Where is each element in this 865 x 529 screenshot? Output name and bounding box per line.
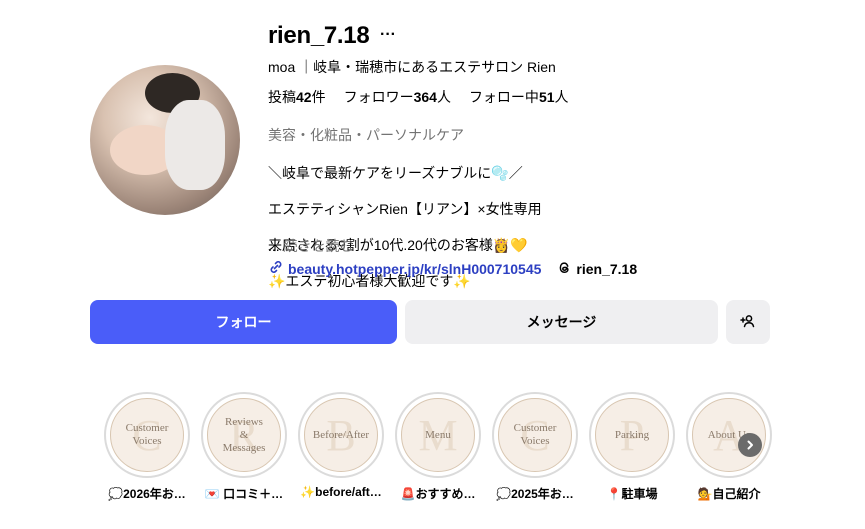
- highlight-cover: C Customer Voices: [498, 398, 572, 472]
- bio-line: ＼岐阜で最新ケアをリーズナブルに🫧／: [268, 165, 523, 181]
- highlight-ring: C Customer Voices: [492, 392, 578, 478]
- more-options-button[interactable]: ···: [380, 26, 396, 44]
- highlight-item[interactable]: R Reviews & Messages 💌 口コミ＋…: [201, 392, 287, 502]
- bio-line: エステティシャンRien【リアン】×女性専用: [268, 201, 542, 217]
- threads-link[interactable]: rien_7.18: [557, 260, 637, 278]
- highlight-item[interactable]: C Customer Voices 💭2025年お…: [492, 392, 578, 502]
- highlight-ring: P Parking: [589, 392, 675, 478]
- cover-text: Menu: [425, 428, 451, 441]
- highlight-ring: C Customer Voices: [104, 392, 190, 478]
- followers-count[interactable]: フォロワー364人: [344, 87, 451, 107]
- cover-text: Customer Voices: [125, 422, 169, 447]
- profile-stats: 投稿42件 フォロワー364人 フォロー中51人: [268, 87, 569, 107]
- follow-button[interactable]: フォロー: [90, 300, 397, 344]
- highlight-label: 💁自己紹介: [697, 487, 761, 501]
- highlight-label: 📍駐車場: [606, 487, 658, 501]
- highlight-cover: R Reviews & Messages: [207, 398, 281, 472]
- threads-handle: rien_7.18: [576, 260, 638, 277]
- highlight-item[interactable]: M Menu 🚨おすすめ…: [395, 392, 481, 502]
- external-link-text: beauty.hotpepper.jp/kr/slnH000710545: [288, 260, 542, 277]
- profile-category: 美容・化粧品・パーソナルケア: [268, 127, 464, 143]
- highlight-label: 💌 口コミ＋…: [204, 487, 284, 501]
- profile-avatar[interactable]: [90, 65, 240, 215]
- cover-text: Before/After: [312, 428, 370, 441]
- highlight-cover: M Menu: [401, 398, 475, 472]
- profile-bio: ＼岐阜で最新ケアをリーズナブルに🫧／ エステティシャンRien【リアン】×女性専…: [268, 146, 628, 308]
- highlight-ring: B Before/After: [298, 392, 384, 478]
- read-more-link[interactable]: ... 続きを読む: [268, 236, 354, 256]
- highlights-next-button[interactable]: [738, 433, 762, 457]
- external-link[interactable]: beauty.hotpepper.jp/kr/slnH000710545: [268, 259, 541, 278]
- cover-text: Parking: [614, 428, 650, 441]
- highlight-label: ✨before/aft…: [300, 485, 382, 499]
- highlight-ring: R Reviews & Messages: [201, 392, 287, 478]
- cover-text: Customer Voices: [513, 422, 557, 447]
- highlight-item[interactable]: B Before/After ✨before/aft…: [298, 392, 384, 499]
- following-count[interactable]: フォロー中51人: [469, 87, 569, 107]
- add-user-icon: [740, 313, 756, 332]
- profile-links: beauty.hotpepper.jp/kr/slnH000710545 rie…: [268, 259, 637, 278]
- chevron-right-icon: [745, 437, 755, 453]
- link-icon: [268, 259, 284, 278]
- highlight-label: 🚨おすすめ…: [400, 487, 476, 501]
- highlight-label: 💭2026年お…: [108, 487, 186, 501]
- highlight-cover: P Parking: [595, 398, 669, 472]
- cover-text: Reviews & Messages: [222, 415, 266, 454]
- suggest-users-button[interactable]: [726, 300, 770, 344]
- highlight-item[interactable]: P Parking 📍駐車場: [589, 392, 675, 502]
- message-button[interactable]: メッセージ: [405, 300, 718, 344]
- highlight-label: 💭2025年お…: [496, 487, 574, 501]
- story-highlights: C Customer Voices 💭2026年お… R Reviews & M…: [104, 392, 774, 507]
- highlight-ring: M Menu: [395, 392, 481, 478]
- highlight-item[interactable]: C Customer Voices 💭2026年お…: [104, 392, 190, 502]
- threads-icon: [557, 260, 572, 278]
- highlight-cover: C Customer Voices: [110, 398, 184, 472]
- posts-count: 投稿42件: [268, 89, 326, 105]
- profile-username: rien_7.18: [268, 22, 370, 49]
- profile-full-name: moa ｜岐阜・瑞穂市にあるエステサロン Rien: [268, 59, 556, 75]
- highlight-cover: B Before/After: [304, 398, 378, 472]
- highlight-ring: A About Us: [686, 392, 772, 478]
